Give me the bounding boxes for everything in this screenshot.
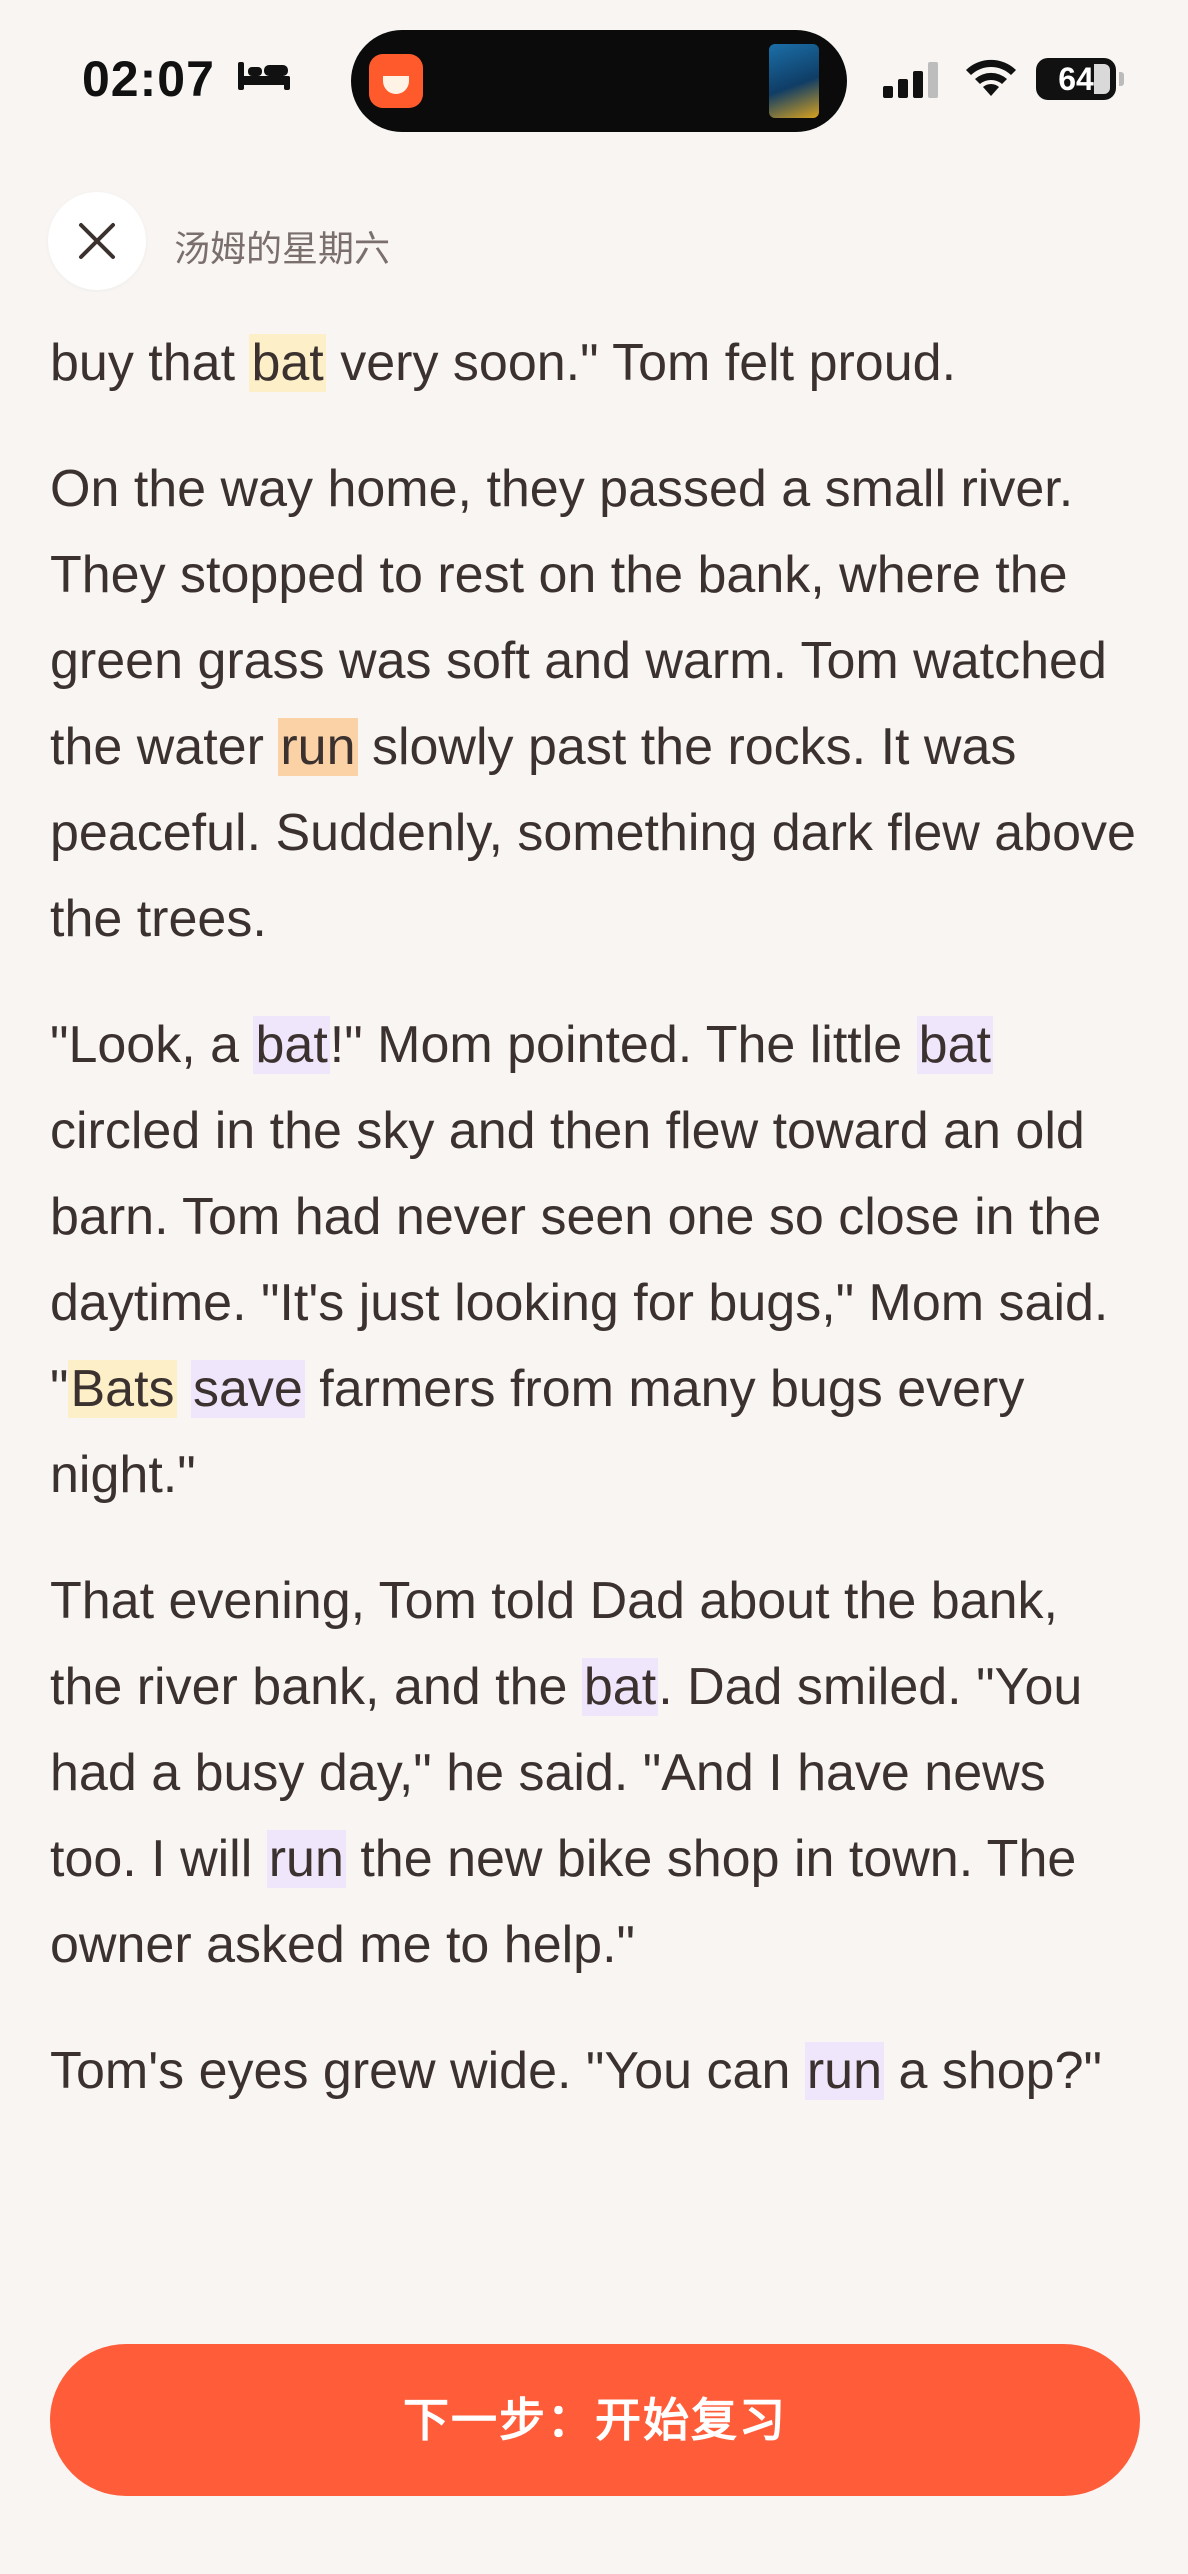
text-run: !" Mom pointed. The little bbox=[329, 1016, 917, 1074]
text-run: a shop?" bbox=[884, 2042, 1102, 2100]
vocab-word-run[interactable]: run bbox=[266, 1830, 346, 1888]
story-text: buy that bat very soon." Tom felt proud.… bbox=[50, 332, 1140, 2292]
vocab-word-run[interactable]: run bbox=[278, 718, 358, 776]
app-activity-icon bbox=[369, 54, 423, 108]
vocab-word-run[interactable]: run bbox=[804, 2042, 884, 2100]
media-artwork-icon bbox=[769, 44, 819, 118]
text-run bbox=[177, 1360, 191, 1418]
story-paragraph-1: buy that bat very soon." Tom felt proud. bbox=[50, 332, 1140, 406]
story-paragraph-4: That evening, Tom told Dad about the ban… bbox=[50, 1558, 1140, 1988]
text-run: very soon." Tom felt proud. bbox=[325, 334, 957, 392]
next-step-review-button[interactable]: 下一步：开始复习 bbox=[50, 2344, 1140, 2496]
vocab-word-bat[interactable]: bat bbox=[916, 1016, 993, 1074]
battery-level: 64 bbox=[1058, 61, 1094, 97]
text-run: Tom's eyes grew wide. "You can bbox=[50, 2042, 805, 2100]
story-paragraph-3: "Look, a bat!" Mom pointed. The little b… bbox=[50, 1002, 1140, 1518]
wifi-icon bbox=[966, 59, 1016, 96]
sleep-focus-icon bbox=[238, 62, 290, 90]
cellular-signal-icon bbox=[883, 62, 938, 98]
vocab-word-bats[interactable]: Bats bbox=[68, 1360, 177, 1418]
vocab-word-bat[interactable]: bat bbox=[253, 1016, 330, 1074]
story-paragraph-2: On the way home, they passed a small riv… bbox=[50, 446, 1140, 962]
vocab-word-bat[interactable]: bat bbox=[581, 1658, 659, 1716]
battery-indicator: 64 bbox=[1036, 58, 1124, 100]
close-button[interactable] bbox=[48, 192, 146, 290]
page-title: 汤姆的星期六 bbox=[174, 228, 391, 269]
text-run: "Look, a bbox=[50, 1016, 254, 1074]
battery-empty-segment bbox=[1094, 64, 1110, 94]
vocab-word-bat[interactable]: bat bbox=[249, 334, 326, 392]
vocab-word-save[interactable]: save bbox=[190, 1360, 305, 1418]
close-icon bbox=[79, 223, 115, 259]
text-run: buy that bbox=[50, 334, 250, 392]
scroll-fade bbox=[0, 292, 1188, 326]
dynamic-island bbox=[351, 30, 847, 132]
story-paragraph-5: Tom's eyes grew wide. "You can run a sho… bbox=[50, 2028, 1140, 2114]
status-time: 02:07 bbox=[82, 51, 215, 107]
status-bar: 02:07 64 bbox=[0, 0, 1188, 160]
